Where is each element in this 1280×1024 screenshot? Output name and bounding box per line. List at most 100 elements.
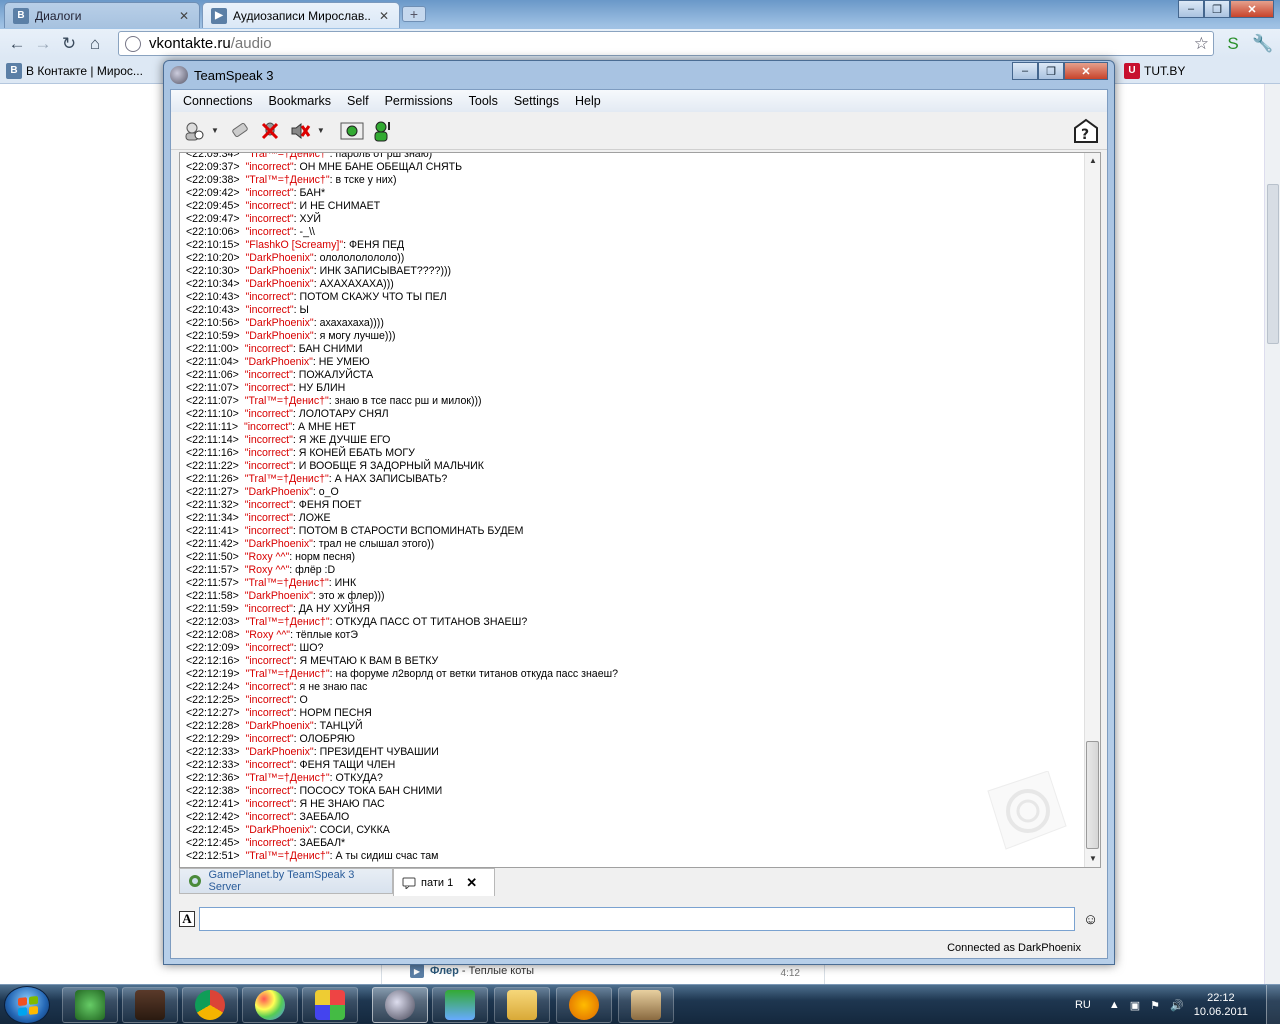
chat-nickname[interactable]: "incorrect" bbox=[245, 434, 293, 446]
menu-connections[interactable]: Connections bbox=[175, 94, 261, 108]
chat-nickname[interactable]: "incorrect" bbox=[245, 460, 293, 472]
chat-input[interactable] bbox=[199, 907, 1075, 931]
skype-extension-icon[interactable]: S bbox=[1220, 32, 1246, 56]
flag-icon[interactable]: ⚑ bbox=[1150, 999, 1160, 1012]
chat-nickname[interactable]: "DarkPhoenix" bbox=[246, 330, 314, 342]
chat-nickname[interactable]: "incorrect" bbox=[245, 369, 293, 381]
home-icon[interactable]: ⌂ bbox=[82, 32, 108, 56]
reload-icon[interactable]: ↻ bbox=[56, 32, 82, 56]
chat-nickname[interactable]: "Tral™=†Денис†" bbox=[245, 577, 329, 589]
forward-icon[interactable]: → bbox=[30, 32, 56, 56]
mute-microphone-icon[interactable] bbox=[257, 118, 283, 144]
chat-nickname[interactable]: "incorrect" bbox=[245, 512, 293, 524]
chat-nickname[interactable]: "Tral™=†Денис†" bbox=[246, 174, 330, 186]
close-icon[interactable]: ✕ bbox=[377, 9, 391, 23]
scroll-up-icon[interactable]: ▲ bbox=[1085, 153, 1100, 169]
chat-nickname[interactable]: "incorrect" bbox=[246, 304, 294, 316]
chat-nickname[interactable]: "incorrect" bbox=[246, 694, 294, 706]
chat-nickname[interactable]: "incorrect" bbox=[246, 785, 294, 797]
chat-nickname[interactable]: "DarkPhoenix" bbox=[246, 746, 314, 758]
network-icon[interactable]: ▣ bbox=[1130, 999, 1140, 1012]
chat-nickname[interactable]: "incorrect" bbox=[246, 798, 294, 810]
chat-nickname[interactable]: "Tral™=†Денис†" bbox=[246, 616, 330, 628]
chat-nickname[interactable]: "FlashkO [Screamy]" bbox=[246, 239, 344, 251]
chat-scrollbar[interactable]: ▲ ▼ bbox=[1084, 153, 1100, 867]
tab-dialogs[interactable]: В Диалоги ✕ bbox=[4, 2, 200, 28]
menu-tools[interactable]: Tools bbox=[461, 94, 506, 108]
chat-nickname[interactable]: "incorrect" bbox=[245, 408, 293, 420]
chat-nickname[interactable]: "Roxy ^^" bbox=[245, 551, 290, 563]
tab-server[interactable]: GamePlanet.by TeamSpeak 3 Server bbox=[179, 868, 393, 894]
chat-nickname[interactable]: "DarkPhoenix" bbox=[245, 538, 313, 550]
audio-artist[interactable]: Флер bbox=[430, 965, 459, 977]
chat-nickname[interactable]: "incorrect" bbox=[245, 447, 293, 459]
away-status-icon[interactable] bbox=[339, 118, 365, 144]
connect-icon[interactable] bbox=[181, 118, 207, 144]
subscribe-icon[interactable] bbox=[369, 118, 395, 144]
chat-nickname[interactable]: "Tral™=†Денис†" bbox=[245, 473, 329, 485]
disconnect-icon[interactable] bbox=[227, 118, 253, 144]
clock[interactable]: 22:12 10.06.2011 bbox=[1194, 991, 1248, 1019]
chat-log[interactable]: <22:09:34> "Tral™=†Денис†": пароль от рш… bbox=[179, 152, 1101, 868]
chat-nickname[interactable]: "incorrect" bbox=[246, 655, 294, 667]
chat-nickname[interactable]: "DarkPhoenix" bbox=[246, 317, 314, 329]
chat-nickname[interactable]: "incorrect" bbox=[246, 213, 294, 225]
bookmark-star-icon[interactable]: ☆ bbox=[1194, 34, 1209, 54]
minimize-button[interactable]: – bbox=[1178, 0, 1204, 18]
chat-nickname[interactable]: "DarkPhoenix" bbox=[245, 590, 313, 602]
taskbar-app-xfire[interactable] bbox=[62, 987, 118, 1023]
menu-help[interactable]: Help bbox=[567, 94, 609, 108]
taskbar-app-teamspeak[interactable] bbox=[372, 987, 428, 1023]
menu-bookmarks[interactable]: Bookmarks bbox=[261, 94, 340, 108]
chat-nickname[interactable]: "DarkPhoenix" bbox=[246, 252, 314, 264]
chat-nickname[interactable]: "incorrect" bbox=[246, 681, 294, 693]
taskbar-app-paint[interactable] bbox=[242, 987, 298, 1023]
maximize-button[interactable]: ❐ bbox=[1038, 62, 1064, 80]
chat-nickname[interactable]: "incorrect" bbox=[246, 759, 294, 771]
bookmark-vk[interactable]: В В Контакте | Мирос... bbox=[0, 62, 149, 79]
close-button[interactable]: ✕ bbox=[1064, 62, 1108, 80]
show-hidden-icons-icon[interactable]: ▲ bbox=[1109, 999, 1120, 1011]
chat-nickname[interactable]: "incorrect" bbox=[246, 811, 294, 823]
help-icon[interactable]: ? bbox=[1073, 118, 1099, 144]
new-tab-button[interactable]: + bbox=[402, 6, 426, 22]
maximize-button[interactable]: ❐ bbox=[1204, 0, 1230, 18]
chat-nickname[interactable]: "Tral™=†Денис†" bbox=[245, 395, 329, 407]
chat-nickname[interactable]: "incorrect" bbox=[246, 187, 294, 199]
tab-channel[interactable]: пати 1 ✕ bbox=[393, 868, 495, 896]
chat-nickname[interactable]: "incorrect" bbox=[246, 642, 294, 654]
volume-icon[interactable]: 🔊 bbox=[1170, 999, 1184, 1012]
menu-permissions[interactable]: Permissions bbox=[377, 94, 461, 108]
close-tab-icon[interactable]: ✕ bbox=[466, 875, 477, 891]
page-scrollbar[interactable] bbox=[1264, 84, 1280, 984]
chat-nickname[interactable]: "Roxy ^^" bbox=[245, 564, 290, 576]
close-icon[interactable]: ✕ bbox=[177, 9, 191, 23]
chat-nickname[interactable]: "incorrect" bbox=[245, 603, 293, 615]
chat-nickname[interactable]: "Tral™=†Денис†" bbox=[246, 772, 330, 784]
chat-nickname[interactable]: "incorrect" bbox=[246, 200, 294, 212]
minimize-button[interactable]: – bbox=[1012, 62, 1038, 80]
chat-nickname[interactable]: "incorrect" bbox=[245, 343, 293, 355]
chevron-down-icon[interactable]: ▼ bbox=[317, 126, 325, 135]
back-icon[interactable]: ← bbox=[4, 32, 30, 56]
taskbar-app-messenger[interactable] bbox=[302, 987, 358, 1023]
chat-nickname[interactable]: "DarkPhoenix" bbox=[245, 356, 313, 368]
chat-nickname[interactable]: "DarkPhoenix" bbox=[245, 486, 313, 498]
chat-nickname[interactable]: "incorrect" bbox=[246, 707, 294, 719]
chat-nickname[interactable]: "Roxy ^^" bbox=[246, 629, 291, 641]
chat-nickname[interactable]: "incorrect" bbox=[244, 421, 292, 433]
chat-nickname[interactable]: "Tral™=†Денис†" bbox=[246, 668, 330, 680]
taskbar-app-explorer[interactable] bbox=[494, 987, 550, 1023]
bookmark-tutby[interactable]: U TUT.BY bbox=[1118, 62, 1191, 79]
menu-settings[interactable]: Settings bbox=[506, 94, 567, 108]
taskbar-app-photos[interactable] bbox=[432, 987, 488, 1023]
emoticon-icon[interactable]: ☺ bbox=[1083, 911, 1098, 928]
scroll-down-icon[interactable]: ▼ bbox=[1085, 851, 1100, 867]
address-bar[interactable]: vkontakte.ru/audio ☆ bbox=[118, 31, 1214, 56]
tab-audio[interactable]: ▶ Аудиозаписи Мирослав... ✕ bbox=[202, 2, 400, 28]
mute-speakers-icon[interactable] bbox=[287, 118, 313, 144]
chevron-down-icon[interactable]: ▼ bbox=[211, 126, 219, 135]
chat-nickname[interactable]: "DarkPhoenix" bbox=[246, 278, 314, 290]
chat-nickname[interactable]: "incorrect" bbox=[246, 226, 294, 238]
text-format-button[interactable]: A bbox=[179, 911, 195, 927]
